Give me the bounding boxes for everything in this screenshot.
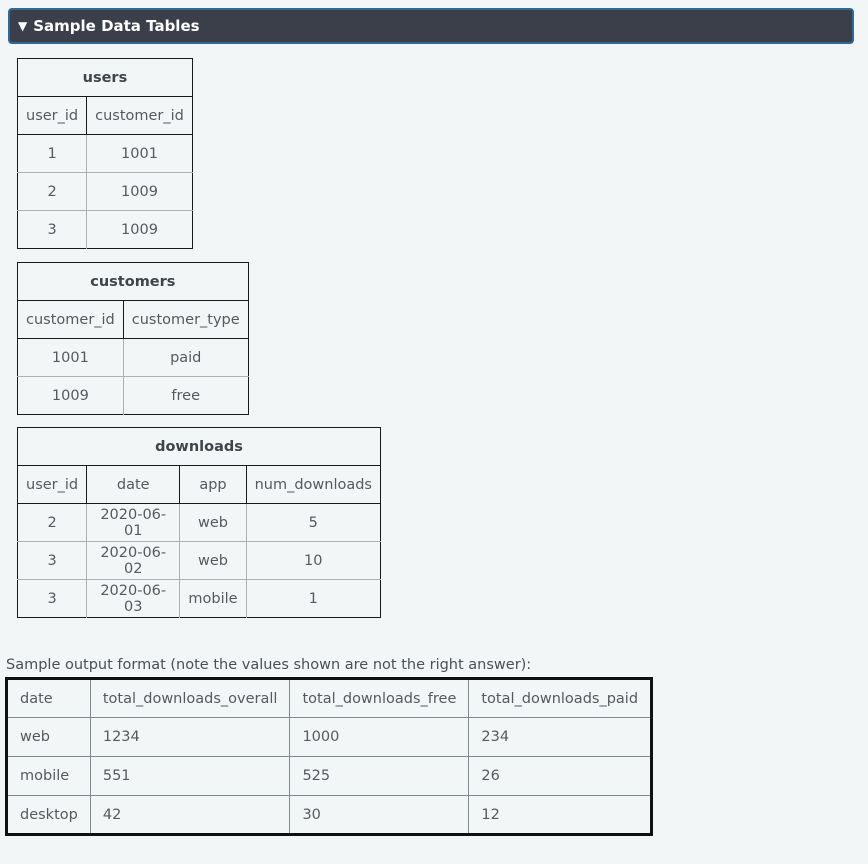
- table-cell: paid: [170, 349, 202, 366]
- table-cell: 234: [468, 717, 653, 757]
- column-header: num_downloads: [246, 465, 381, 504]
- column-header: customer_id: [86, 96, 193, 135]
- table-cell: 3: [17, 579, 88, 618]
- table-cell: 2020-06-03: [86, 579, 181, 618]
- table-cell: 525: [289, 756, 470, 796]
- table-cell: 2020-06-01: [86, 503, 181, 542]
- table-row: desktop 42 30 12: [6, 795, 653, 835]
- table-row: 2 1009: [17, 172, 193, 211]
- table-cell: web: [179, 541, 247, 580]
- table-cell: 10: [246, 541, 381, 580]
- table-cell: 2: [17, 503, 88, 542]
- table-cell: web: [6, 717, 91, 757]
- table-cell: mobile: [179, 579, 247, 618]
- table-cell: 1009: [17, 376, 124, 415]
- triangle-down-icon: ▼: [18, 19, 28, 33]
- table-cell: 42: [89, 795, 291, 835]
- sample-output-table: date total_downloads_overall total_downl…: [5, 677, 654, 836]
- table-cell: 5: [308, 514, 318, 531]
- table-cell: 1001: [121, 145, 158, 162]
- section-title: Sample Data Tables: [33, 17, 200, 35]
- table-cell: 30: [289, 795, 470, 835]
- table-cell: 2: [17, 172, 88, 211]
- table-row: 3 1009: [17, 210, 193, 249]
- column-header: user_id: [17, 465, 88, 504]
- table-title: downloads: [17, 427, 381, 466]
- sample-data-tables-toggle[interactable]: ▼ Sample Data Tables: [8, 8, 854, 44]
- table-row: 3 2020-06-02 web 10: [17, 541, 381, 580]
- column-header: total_downloads_paid: [468, 678, 653, 718]
- table-cell: 1000: [289, 717, 470, 757]
- table-cell: 12: [468, 795, 653, 835]
- table-cell: web: [179, 503, 247, 542]
- table-row: 3 2020-06-03 mobile 1: [17, 579, 381, 618]
- column-header: customer_type: [123, 300, 249, 339]
- table-cell: 1009: [86, 210, 193, 249]
- table-cell: 1001: [17, 338, 124, 377]
- column-header: date: [86, 465, 181, 504]
- users-table: users user_id customer_id 1 1001 2 1009 …: [17, 58, 193, 249]
- column-header: customer_id: [17, 300, 124, 339]
- column-header: user_id: [17, 96, 88, 135]
- table-cell: 1234: [89, 717, 291, 757]
- table-row: 1001 paid: [17, 338, 249, 377]
- table-cell: 2020-06-02: [86, 541, 181, 580]
- table-cell: desktop: [6, 795, 91, 835]
- column-header: total_downloads_overall: [89, 678, 291, 718]
- table-title: customers: [17, 262, 249, 301]
- table-row: mobile 551 525 26: [6, 756, 653, 796]
- column-header: date: [6, 678, 91, 718]
- table-row: 2 2020-06-01 web 5: [17, 503, 381, 542]
- downloads-table: downloads user_id date app num_downloads…: [17, 427, 381, 618]
- table-cell: free: [123, 376, 249, 415]
- table-row: 1009 free: [17, 376, 249, 415]
- table-cell: 551: [89, 756, 291, 796]
- column-header: total_downloads_free: [289, 678, 470, 718]
- table-cell: 3: [17, 541, 88, 580]
- table-row: web 1234 1000 234: [6, 717, 653, 757]
- table-row: 1 1001: [17, 134, 193, 173]
- customers-table: customers customer_id customer_type 1001…: [17, 262, 249, 415]
- table-cell: 26: [468, 756, 653, 796]
- table-cell: 1009: [86, 172, 193, 211]
- table-cell: 1: [246, 579, 381, 618]
- output-caption: Sample output format (note the values sh…: [6, 657, 532, 673]
- table-cell: mobile: [6, 756, 91, 796]
- header-row: date total_downloads_overall total_downl…: [6, 678, 653, 718]
- table-cell: 3: [17, 210, 88, 249]
- table-cell: 1: [17, 134, 88, 173]
- table-title: users: [17, 58, 193, 97]
- column-header: app: [179, 465, 247, 504]
